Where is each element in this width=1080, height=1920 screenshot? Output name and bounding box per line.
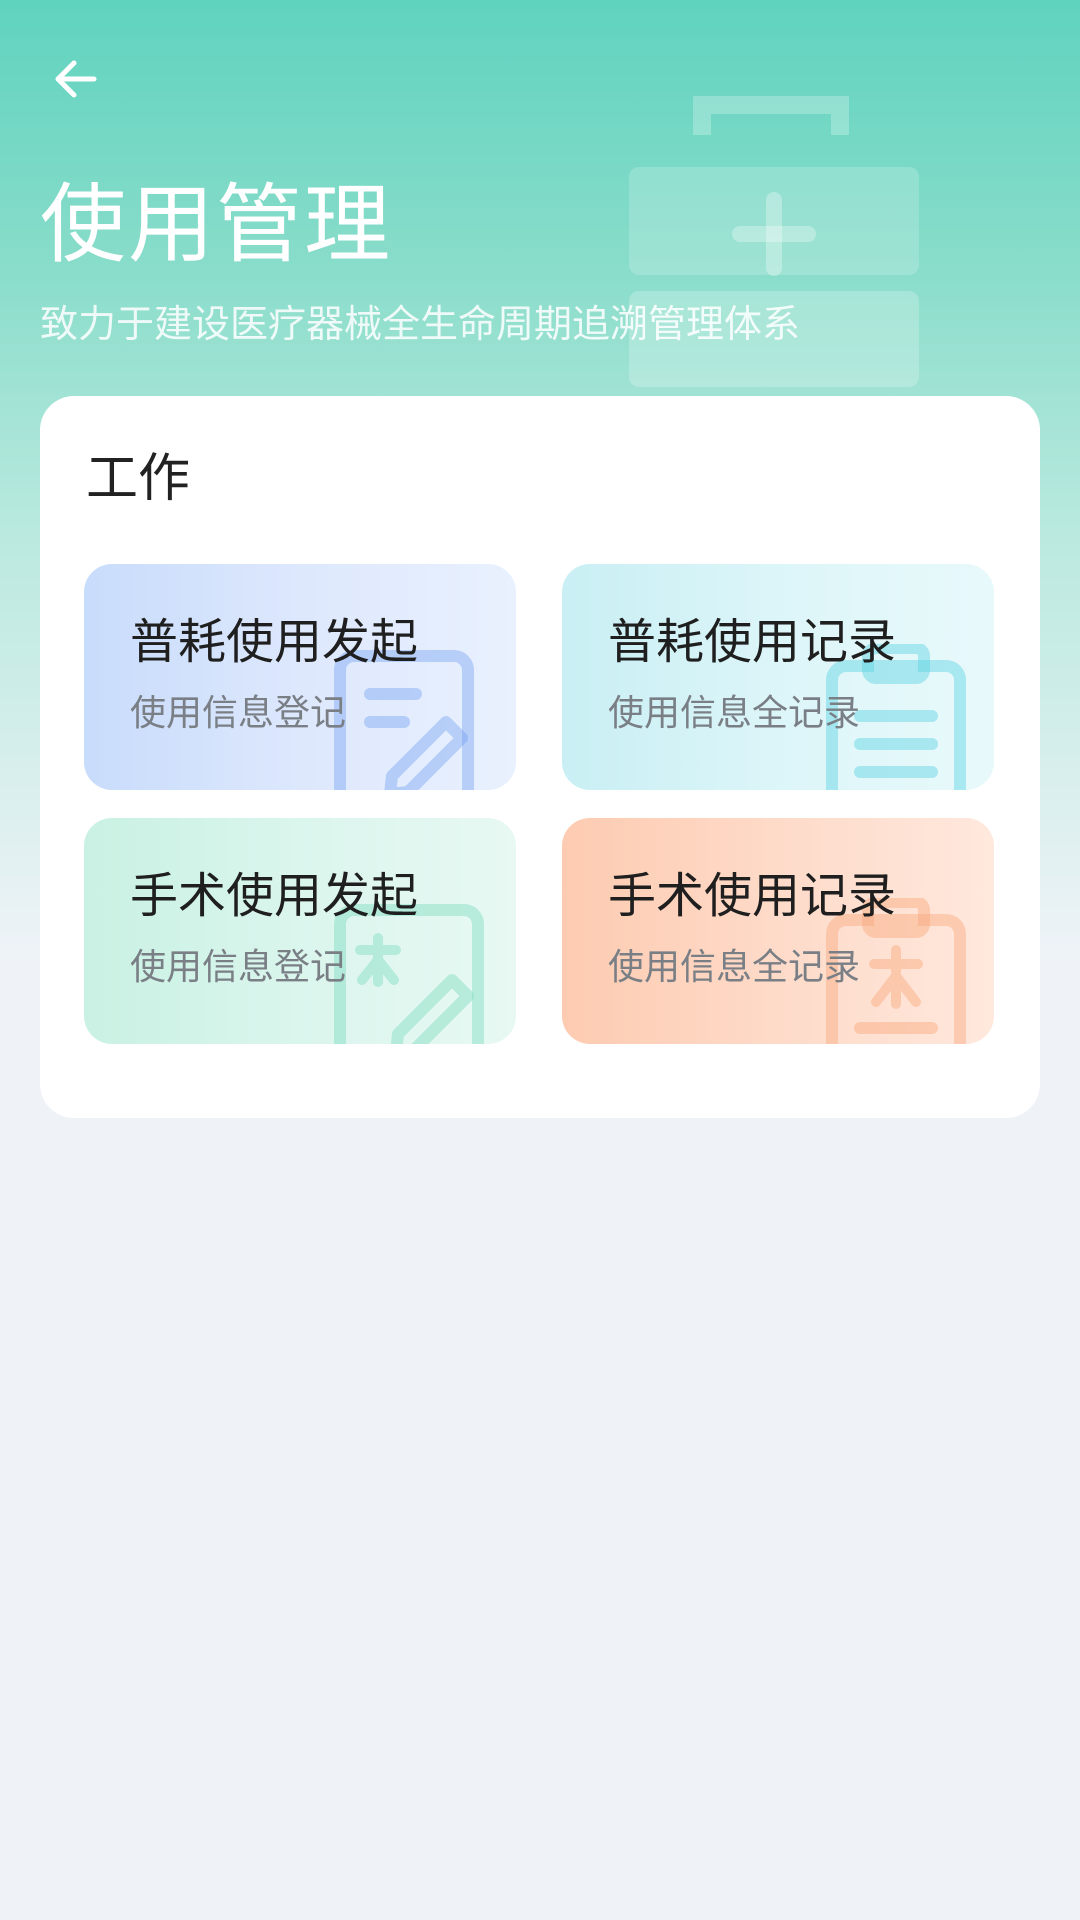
tile-title: 手术使用发起 <box>130 868 419 924</box>
tile-general-usage-records[interactable]: 普耗使用记录 使用信息全记录 <box>562 564 994 790</box>
tile-surgery-usage-records[interactable]: 手术使用记录 使用信息全记录 <box>562 818 994 1044</box>
tile-title: 手术使用记录 <box>608 868 897 924</box>
tile-surgery-usage-initiate[interactable]: 手术使用发起 使用信息登记 <box>84 818 516 1044</box>
tile-desc: 使用信息登记 <box>130 947 347 988</box>
page-title: 使用管理 <box>40 175 392 275</box>
tile-title: 普耗使用记录 <box>608 614 897 670</box>
tile-desc: 使用信息登记 <box>130 693 347 734</box>
page-subtitle: 致力于建设医疗器械全生命周期追溯管理体系 <box>40 302 801 346</box>
work-card: 工作 普耗使用发起 使用信息登记 普耗使用记录 使用信息全记录 手术使用发起 使… <box>40 396 1040 1118</box>
tile-title: 普耗使用发起 <box>130 614 419 670</box>
section-title: 工作 <box>86 449 191 509</box>
tile-desc: 使用信息全记录 <box>608 947 861 988</box>
arrow-left-icon <box>55 60 97 98</box>
back-button[interactable] <box>40 44 110 114</box>
tile-desc: 使用信息全记录 <box>608 693 861 734</box>
tile-general-usage-initiate[interactable]: 普耗使用发起 使用信息登记 <box>84 564 516 790</box>
